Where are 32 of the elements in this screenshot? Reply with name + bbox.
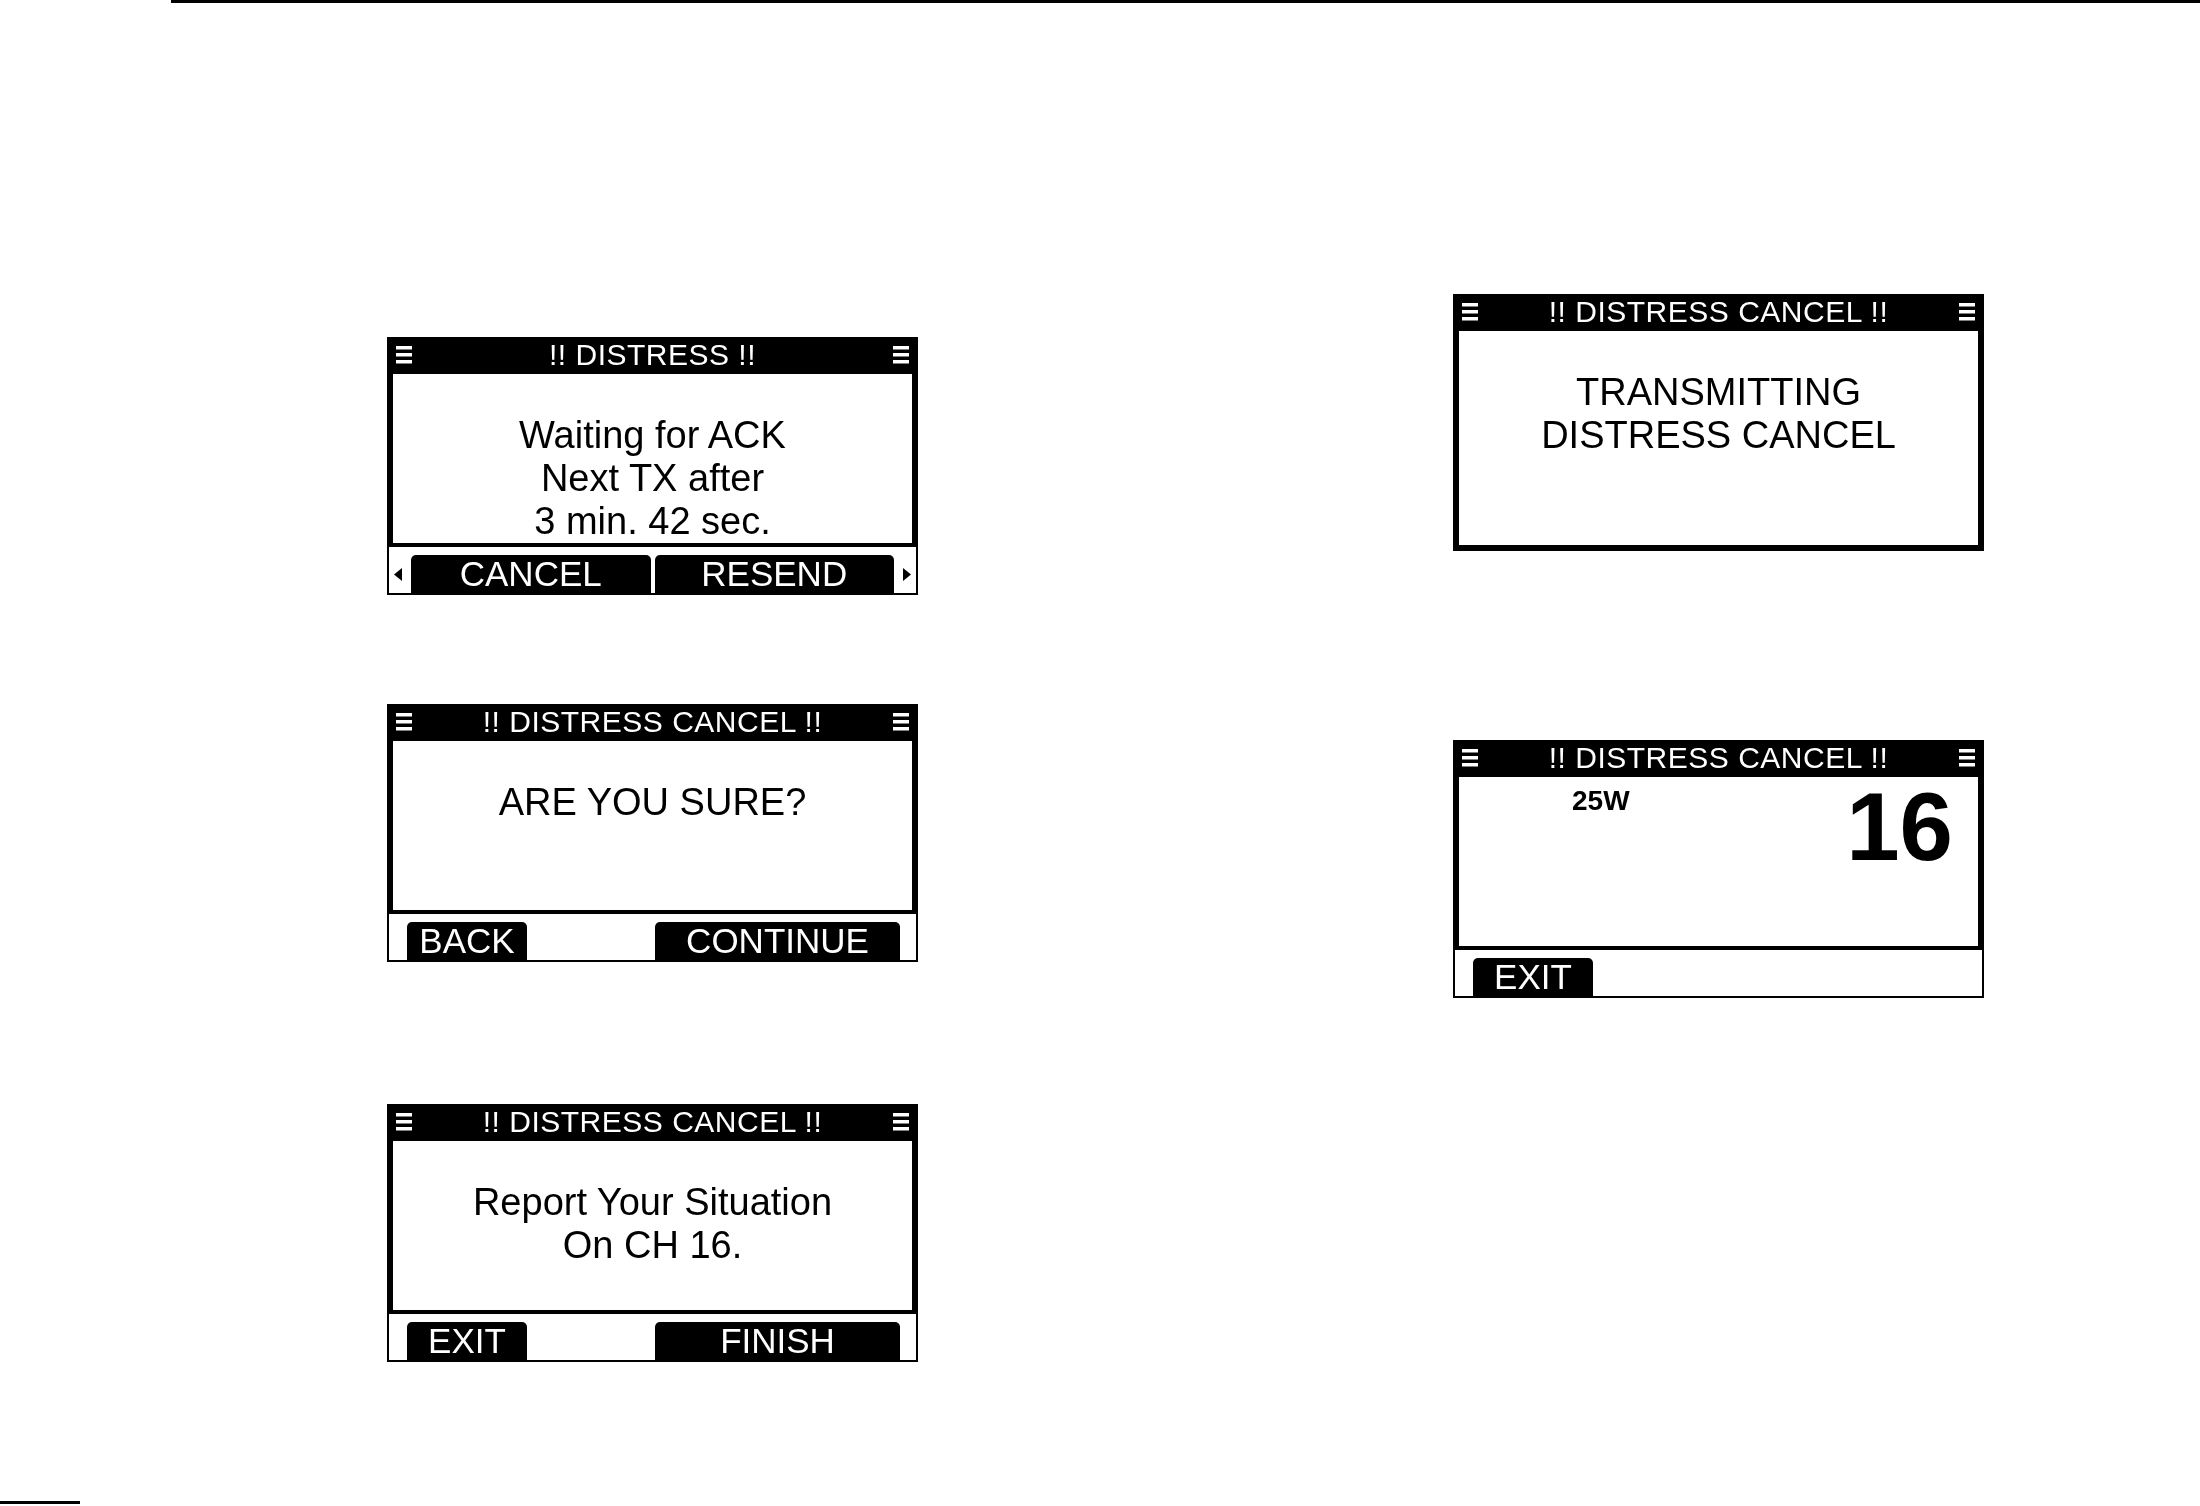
screen-title: !! DISTRESS CANCEL !!: [481, 706, 824, 737]
menu-icon: [893, 712, 909, 731]
message-text: 3 min. 42 sec.: [533, 500, 772, 543]
message-text: Report Your Situation: [471, 1181, 834, 1224]
softkey-button[interactable]: EXIT: [407, 1322, 527, 1360]
message-text: ARE YOU SURE?: [497, 781, 808, 824]
softkey-button[interactable]: FINISH: [655, 1322, 900, 1360]
screen-title: !! DISTRESS CANCEL !!: [1547, 742, 1890, 773]
softkey-button[interactable]: RESEND: [654, 555, 894, 593]
menu-icon: [893, 345, 909, 364]
menu-icon: [1959, 748, 1975, 767]
menu-icon: [396, 345, 412, 364]
message-text: TRANSMITTING: [1575, 371, 1862, 414]
message-text: DISTRESS CANCEL: [1540, 414, 1897, 457]
menu-icon: [1462, 748, 1478, 767]
menu-icon: [396, 1112, 412, 1131]
screen-title: !! DISTRESS CANCEL !!: [481, 1106, 824, 1137]
softkey-button[interactable]: CANCEL: [411, 555, 651, 593]
menu-icon: [1959, 302, 1975, 321]
menu-icon: [1462, 302, 1478, 321]
power-reading: 25W: [1572, 787, 1630, 815]
message-text: Next TX after: [539, 457, 766, 500]
softkey-button[interactable]: CONTINUE: [655, 922, 900, 960]
menu-icon: [396, 712, 412, 731]
menu-icon: [893, 1112, 909, 1131]
channel-number: 16: [1846, 787, 1953, 867]
softkey-button[interactable]: BACK: [407, 922, 527, 960]
softkey-button[interactable]: EXIT: [1473, 958, 1593, 996]
message-text: Waiting for ACK: [518, 414, 787, 457]
screen-title: !! DISTRESS !!: [547, 339, 757, 370]
message-text: On CH 16.: [561, 1224, 744, 1267]
screen-title: !! DISTRESS CANCEL !!: [1547, 296, 1890, 327]
